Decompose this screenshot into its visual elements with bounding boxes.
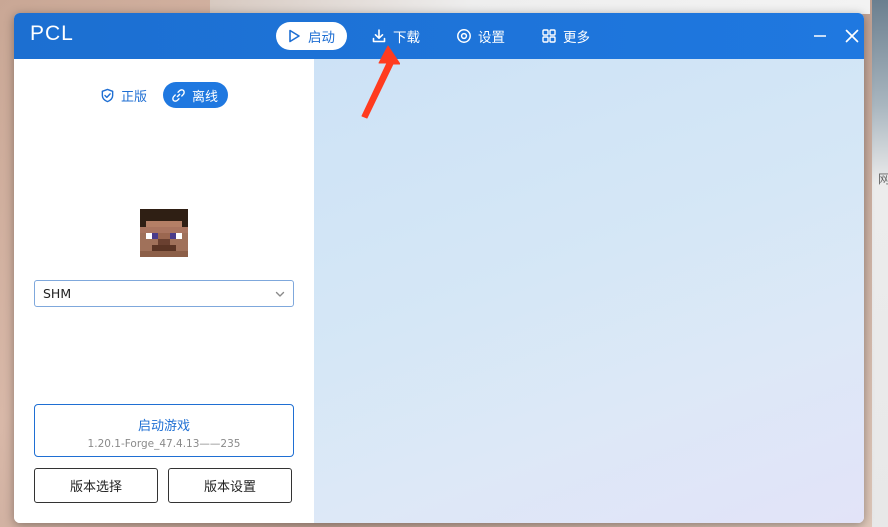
nav-tab-launch[interactable]: 启动 <box>276 22 347 50</box>
account-tab-offline[interactable]: 离线 <box>163 82 229 108</box>
launcher-window: PCL 启动 下载 设置 更多 正版 离线 SHM 启动游戏 1.20.1-Fo… <box>14 13 864 523</box>
nav-tab-label: 更多 <box>563 30 590 46</box>
desktop-side-text: 网 <box>878 172 888 186</box>
version-settings-button[interactable]: 版本设置 <box>168 468 292 503</box>
nav-tab-label: 下载 <box>393 30 420 46</box>
play-icon <box>286 28 302 44</box>
chevron-down-icon <box>273 287 287 301</box>
annotation-arrow <box>361 45 400 119</box>
launch-sidebar: 正版 离线 SHM 启动游戏 1.20.1-Forge_47.4.13——235… <box>14 59 314 523</box>
player-name-value: SHM <box>43 286 72 301</box>
shield-check-icon <box>100 88 115 103</box>
nav-tab-label: 启动 <box>308 30 335 46</box>
account-tab-label: 离线 <box>192 89 219 105</box>
title-bar[interactable]: PCL 启动 下载 设置 更多 <box>14 13 864 59</box>
minimize-button[interactable] <box>810 26 830 46</box>
link-icon <box>171 88 186 103</box>
player-avatar <box>140 209 188 257</box>
download-icon <box>371 28 387 44</box>
nav-tab-label: 设置 <box>478 30 505 46</box>
version-select-button[interactable]: 版本选择 <box>34 468 158 503</box>
close-icon <box>845 29 859 43</box>
grid-icon <box>541 28 557 44</box>
nav-tab-settings[interactable]: 设置 <box>446 22 517 50</box>
minimize-icon <box>814 35 826 37</box>
account-type-tabs: 正版 离线 <box>92 82 234 108</box>
close-button[interactable] <box>842 26 862 46</box>
top-nav: 启动 下载 设置 更多 <box>276 22 616 50</box>
desktop-background-top <box>210 0 870 14</box>
account-tab-microsoft[interactable]: 正版 <box>92 82 157 108</box>
player-name-select[interactable]: SHM <box>34 280 294 307</box>
nav-tab-more[interactable]: 更多 <box>531 22 602 50</box>
settings-icon <box>456 28 472 44</box>
launch-version-label: 1.20.1-Forge_47.4.13——235 <box>87 438 241 450</box>
launch-game-label: 启动游戏 <box>137 419 190 434</box>
app-title: PCL <box>30 22 74 45</box>
main-content-area <box>314 59 864 523</box>
launch-game-button[interactable]: 启动游戏 1.20.1-Forge_47.4.13——235 <box>34 404 294 457</box>
account-tab-label: 正版 <box>121 89 148 105</box>
desktop-background-right <box>872 0 888 527</box>
